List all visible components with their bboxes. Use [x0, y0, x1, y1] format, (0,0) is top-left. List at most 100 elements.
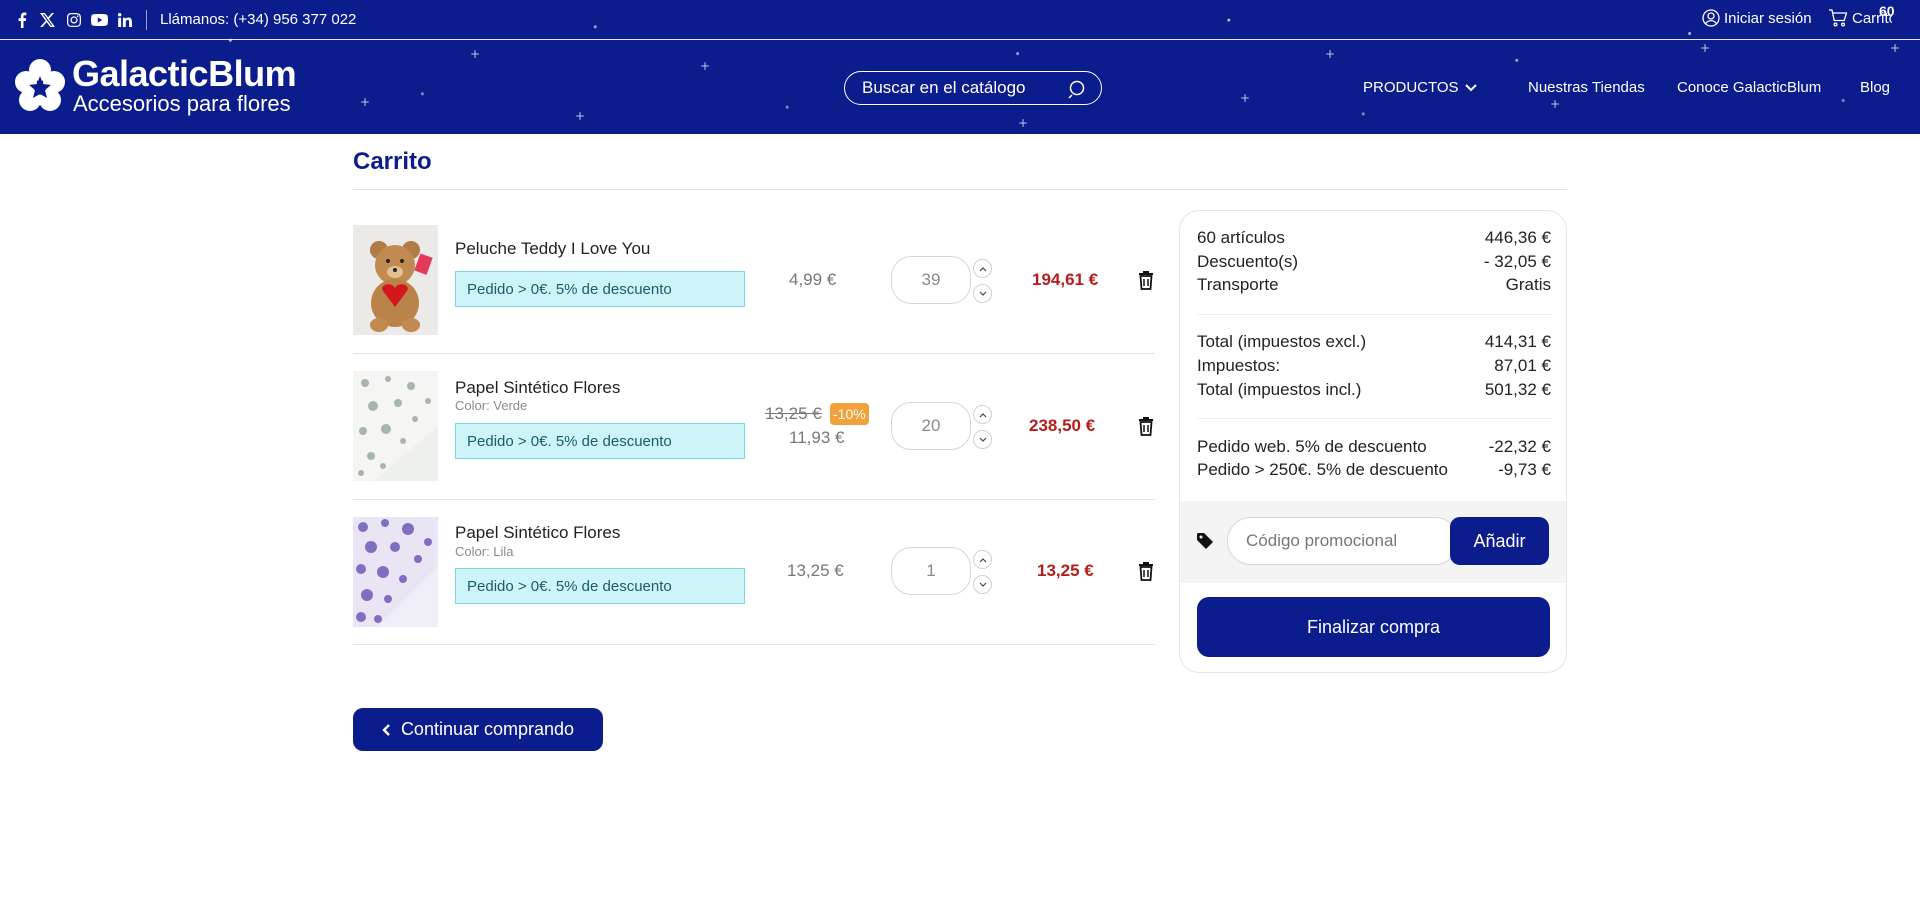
summary-total-incl-label: Total (impuestos incl.) [1197, 380, 1362, 399]
summary-discounts-value: - 32,05 € [1483, 252, 1551, 271]
youtube-icon[interactable] [90, 10, 108, 30]
promo-code-input[interactable]: Código promocional [1227, 517, 1459, 565]
quantity-input[interactable]: 1 [891, 547, 971, 595]
nav-conoce[interactable]: Conoce GalacticBlum [1677, 79, 1821, 96]
divider [1197, 314, 1551, 315]
divider [1197, 418, 1551, 419]
product-image[interactable] [353, 517, 438, 627]
cart-rule-value: -9,73 € [1498, 460, 1551, 479]
promo-badge: Pedido > 0€. 5% de descuento [455, 423, 745, 459]
checkout-button[interactable]: Finalizar compra [1197, 597, 1550, 657]
summary-taxes-value: 87,01 € [1494, 356, 1551, 375]
chevron-up-icon [979, 412, 986, 417]
cart-count-badge: 60 [1879, 3, 1895, 19]
chevron-down-icon [979, 437, 986, 442]
x-icon[interactable] [39, 10, 55, 30]
add-promo-button[interactable]: Añadir [1450, 517, 1549, 565]
product-name[interactable]: Papel Sintético Flores [455, 523, 620, 543]
nav-nuestras-tiendas[interactable]: Nuestras Tiendas [1528, 79, 1645, 96]
search-box[interactable]: Buscar en el catálogo [844, 71, 1102, 105]
summary-shipping-label: Transporte [1197, 275, 1279, 294]
summary-articles: 60 artículos 446,36 € [1197, 227, 1551, 249]
summary-taxes-label: Impuestos: [1197, 356, 1281, 375]
chevron-left-icon [382, 723, 390, 736]
divider [353, 189, 1567, 190]
linkedin-icon[interactable] [117, 10, 133, 30]
phone-number: Llámanos: (+34) 956 377 022 [160, 11, 357, 28]
cart-icon [1829, 9, 1848, 27]
summary-total-incl: Total (impuestos incl.) 501,32 € [1197, 379, 1551, 401]
divider [146, 10, 147, 30]
summary-taxes: Impuestos: 87,01 € [1197, 355, 1551, 377]
divider [353, 353, 1155, 354]
continue-shopping-button[interactable]: Continuar comprando [353, 708, 603, 751]
nav-blog[interactable]: Blog [1860, 79, 1890, 96]
discount-badge: -10% [830, 403, 869, 425]
unit-price: 11,93 € [789, 428, 845, 447]
search-input[interactable]: Buscar en el catálogo [862, 78, 1026, 98]
cart-rule-label: Pedido > 250€. 5% de descuento [1197, 460, 1448, 479]
summary-total-incl-value: 501,32 € [1484, 380, 1551, 399]
quantity-input[interactable]: 39 [891, 256, 971, 304]
chevron-down-icon [979, 582, 986, 587]
user-icon [1702, 9, 1720, 27]
top-bar: Llámanos: (+34) 956 377 022 Iniciar sesi… [0, 0, 1920, 40]
product-image[interactable] [353, 225, 438, 335]
quantity-down-button[interactable] [973, 284, 992, 303]
chevron-down-icon [979, 291, 986, 296]
summary-discounts: Descuento(s) - 32,05 € [1197, 251, 1551, 273]
unit-price: 13,25 € [787, 561, 844, 580]
quantity-down-button[interactable] [973, 430, 992, 449]
nav-blog-label: Blog [1860, 79, 1891, 96]
summary-total-excl-label: Total (impuestos excl.) [1197, 332, 1367, 351]
brand-logo[interactable] [14, 58, 66, 114]
voucher-section: Código promocional Añadir [1180, 501, 1566, 583]
summary-cart-rule: Pedido web. 5% de descuento -22,32 € [1197, 436, 1551, 458]
facebook-icon[interactable] [14, 10, 30, 30]
search-icon[interactable] [1067, 79, 1087, 99]
summary-cart-rule: Pedido > 250€. 5% de descuento -9,73 € [1197, 459, 1551, 481]
trash-icon[interactable] [1138, 270, 1154, 290]
tag-icon [1197, 533, 1213, 549]
continue-shopping-label: Continuar comprando [400, 719, 575, 739]
summary-total-excl: Total (impuestos excl.) 414,31 € [1197, 331, 1551, 353]
quantity-up-button[interactable] [973, 550, 992, 569]
chevron-up-icon [979, 557, 986, 562]
brand-name[interactable]: GalacticBlum [72, 56, 297, 92]
summary-shipping-value: Gratis [1505, 275, 1551, 294]
quantity-up-button[interactable] [973, 259, 992, 278]
quantity-up-button[interactable] [973, 405, 992, 424]
product-image[interactable] [353, 371, 438, 481]
summary-shipping: Transporte Gratis [1197, 274, 1551, 296]
nav-conoce-label: Conoce GalacticBlum [1677, 79, 1822, 96]
site-header: + + + + + + + + + + Llámanos: (+34) 956 … [0, 0, 1920, 134]
brand-tagline: Accesorios para flores [73, 91, 291, 116]
trash-icon[interactable] [1138, 416, 1154, 436]
promo-badge: Pedido > 0€. 5% de descuento [455, 271, 745, 307]
summary-discounts-label: Descuento(s) [1197, 252, 1299, 271]
unit-price: 4,99 € [789, 270, 837, 289]
quantity-input[interactable]: 20 [891, 402, 971, 450]
page-title: Carrito [353, 148, 432, 175]
quantity-down-button[interactable] [973, 575, 992, 594]
login-label: Iniciar sesión [1724, 9, 1812, 27]
product-name[interactable]: Peluche Teddy I Love You [455, 239, 650, 259]
nav-nuestras-tiendas-label: Nuestras Tiendas [1528, 79, 1645, 96]
divider [353, 644, 1155, 645]
line-total: 194,61 € [1032, 270, 1099, 289]
chevron-down-icon [1464, 83, 1477, 91]
product-name[interactable]: Papel Sintético Flores [455, 378, 620, 398]
nav-productos-label: PRODUCTOS [1363, 79, 1459, 96]
order-summary: 60 artículos 446,36 € Descuento(s) - 32,… [1179, 210, 1567, 673]
trash-icon[interactable] [1138, 561, 1154, 581]
instagram-icon[interactable] [66, 10, 82, 30]
promo-badge: Pedido > 0€. 5% de descuento [455, 568, 745, 604]
login-link[interactable]: Iniciar sesión [1702, 9, 1812, 27]
chevron-up-icon [979, 266, 986, 271]
regular-price: 13,25 € [765, 404, 822, 423]
line-total: 238,50 € [1029, 416, 1096, 435]
summary-articles-label: 60 artículos [1197, 228, 1285, 247]
nav-productos[interactable]: PRODUCTOS [1363, 79, 1477, 96]
cart-rule-label: Pedido web. 5% de descuento [1197, 437, 1427, 456]
divider [353, 499, 1155, 500]
